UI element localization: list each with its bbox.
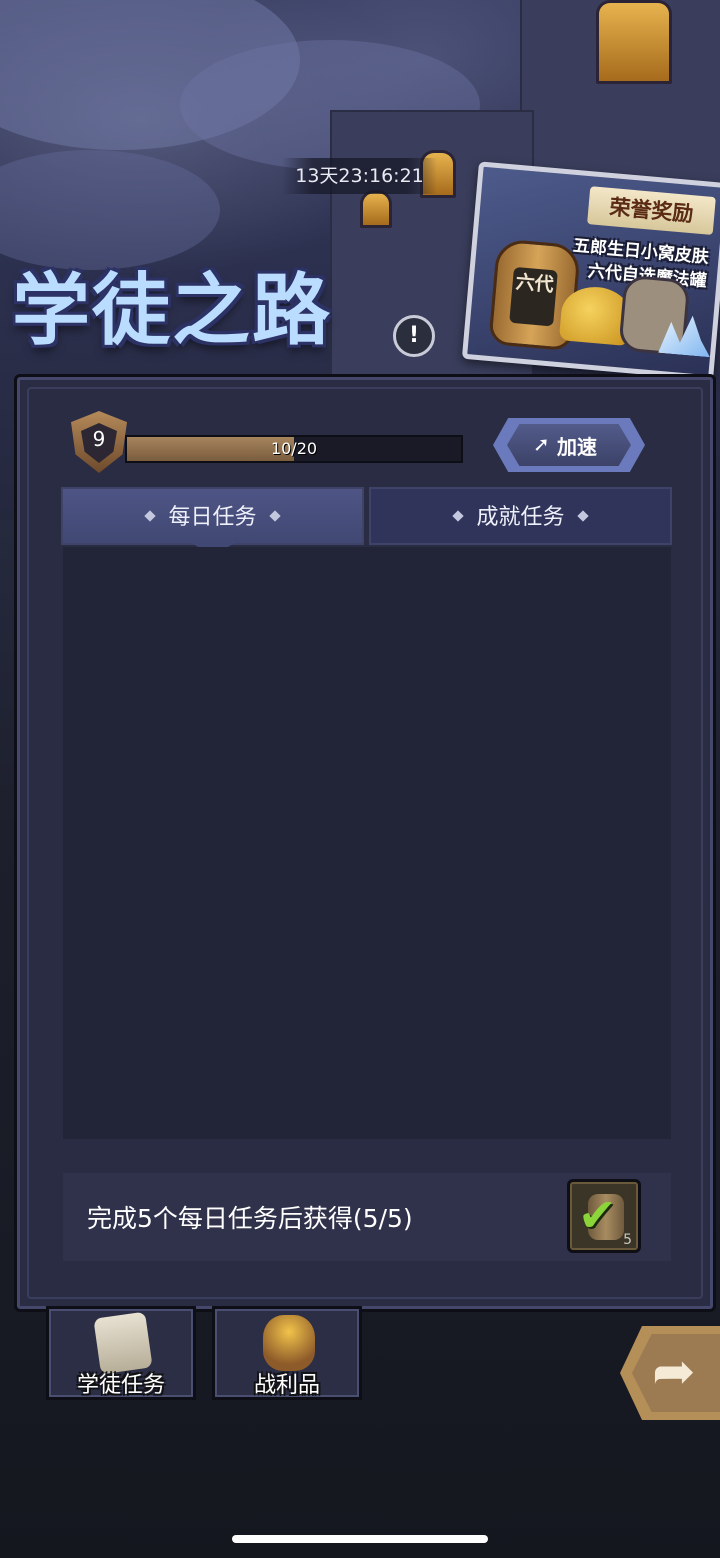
- tab-daily-label: 每日任务: [168, 505, 257, 530]
- lightning-icon: ➚: [533, 432, 550, 456]
- exclamation-icon[interactable]: !: [393, 315, 435, 357]
- tab-daily-tasks[interactable]: 每日任务: [61, 487, 364, 545]
- reward-count: 5: [623, 1232, 632, 1248]
- loot-button[interactable]: 战利品: [212, 1306, 362, 1400]
- diamond-icon: [576, 510, 589, 522]
- loot-label: 战利品: [253, 1373, 320, 1398]
- castle-window: [360, 190, 392, 228]
- countdown-timer: 13天23:16:21: [282, 158, 437, 194]
- diamond-icon: [144, 510, 157, 522]
- check-icon: ✔: [578, 1188, 617, 1242]
- task-tabs: 每日任务 成就任务: [61, 487, 673, 555]
- apprentice-tasks-label: 学徒任务: [76, 1373, 165, 1398]
- apprentice-tasks-button[interactable]: 学徒任务: [46, 1306, 196, 1400]
- jar-label: 六代: [509, 266, 558, 327]
- castle-window: [596, 0, 672, 84]
- level-number: 9: [92, 427, 106, 451]
- daily-reward-bar: 完成5个每日任务后获得(5/5) ✔ 5: [63, 1173, 671, 1261]
- tab-achievement-tasks[interactable]: 成就任务: [369, 487, 672, 545]
- diamond-icon: [452, 510, 465, 522]
- level-badge: 9: [67, 411, 131, 477]
- diamond-icon: [268, 510, 281, 522]
- speed-up-label: 加速: [557, 435, 597, 459]
- honor-reward-title: 荣誉奖励: [587, 186, 716, 236]
- page-title: 学徒之路: [12, 266, 333, 356]
- progress-text: 10/20: [270, 439, 318, 458]
- daily-reward-item[interactable]: ✔ 5: [567, 1179, 641, 1253]
- honor-reward-card[interactable]: 荣誉奖励 五郎生日小窝皮肤 六代自选魔法罐 六代: [461, 161, 720, 381]
- task-list[interactable]: [63, 547, 671, 1139]
- main-panel: 9 10/20 ➚ 加速 每日任务 成就任务 完成5个每日任务后获得(5/5) …: [14, 374, 716, 1312]
- level-progress-bar: 10/20: [125, 435, 463, 463]
- share-button[interactable]: ➦: [620, 1326, 720, 1420]
- speed-up-button[interactable]: ➚ 加速: [493, 418, 645, 472]
- share-arrow-icon: ➦: [652, 1342, 696, 1402]
- scroll-icon: [93, 1311, 153, 1375]
- home-indicator[interactable]: [232, 1535, 488, 1543]
- tab-achievement-label: 成就任务: [476, 505, 565, 530]
- treasure-bag-icon: [263, 1315, 315, 1371]
- daily-reward-text: 完成5个每日任务后获得(5/5): [87, 1204, 413, 1233]
